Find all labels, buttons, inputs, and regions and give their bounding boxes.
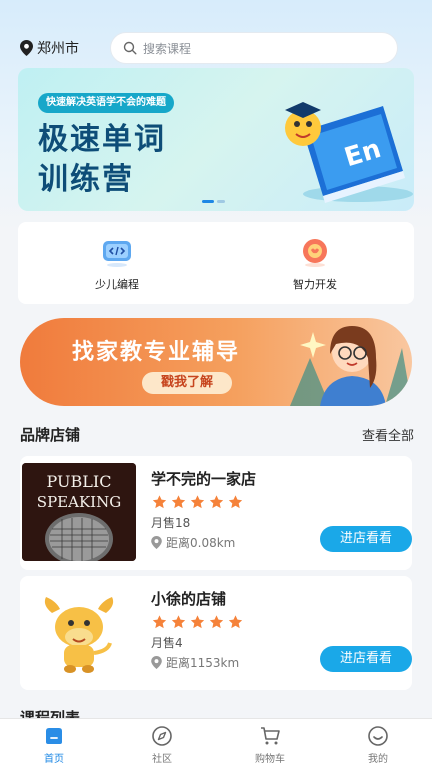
tab-home-label: 首页 bbox=[44, 754, 64, 765]
tab-cart-label: 购物车 bbox=[255, 754, 285, 765]
brain-icon bbox=[303, 239, 327, 267]
star-icon bbox=[171, 495, 186, 509]
compass-icon bbox=[152, 726, 172, 746]
stores-section-header: 品牌店铺 查看全部 bbox=[20, 424, 414, 444]
thumb-text-line2: SPEAKING bbox=[37, 493, 121, 511]
home-icon bbox=[46, 728, 62, 744]
store-card[interactable]: 小徐的店铺 月售4 距离1153km 进店看看 bbox=[20, 576, 412, 690]
tutor-illustration bbox=[290, 326, 412, 406]
store-name: 小徐的店铺 bbox=[151, 590, 227, 608]
banner-tag: 快速解决英语学不会的难题 bbox=[38, 93, 174, 113]
search-input[interactable]: 搜索课程 bbox=[110, 32, 398, 64]
category-panel: 少儿编程 智力开发 bbox=[18, 222, 414, 304]
top-bar: 郑州市 搜索课程 bbox=[0, 30, 432, 66]
star-icon bbox=[190, 615, 205, 629]
store-distance: 距离0.08km bbox=[151, 534, 235, 551]
bottom-tab-bar: 首页 社区 购物车 我的 bbox=[0, 718, 432, 768]
tutor-promo-banner[interactable]: 找家教专业辅导 戳我了解 bbox=[20, 318, 412, 406]
banner-title-line2: 训练营 bbox=[38, 162, 134, 197]
promo-cta-button[interactable]: 戳我了解 bbox=[142, 372, 232, 394]
star-icon bbox=[228, 495, 243, 509]
store-name: 学不完的一家店 bbox=[151, 470, 257, 488]
star-icon bbox=[209, 615, 224, 629]
star-icon bbox=[190, 495, 205, 509]
tab-community[interactable]: 社区 bbox=[108, 719, 216, 768]
location-pin-icon bbox=[151, 656, 162, 669]
star-icon bbox=[171, 615, 186, 629]
star-icon bbox=[152, 495, 167, 509]
store-sales: 月售4 bbox=[151, 636, 183, 650]
category-coding[interactable]: 少儿编程 bbox=[18, 222, 216, 304]
tab-profile[interactable]: 我的 bbox=[324, 719, 432, 768]
category-coding-label: 少儿编程 bbox=[95, 278, 139, 291]
search-placeholder: 搜索课程 bbox=[143, 41, 192, 56]
store-distance: 距离1153km bbox=[151, 654, 239, 671]
coding-icon bbox=[103, 241, 131, 267]
view-all-link[interactable]: 查看全部 bbox=[362, 425, 414, 444]
stores-section-title: 品牌店铺 bbox=[20, 425, 81, 444]
category-brain[interactable]: 智力开发 bbox=[216, 222, 414, 304]
enter-store-button[interactable]: 进店看看 bbox=[320, 646, 412, 672]
store-distance-label: 距离0.08km bbox=[166, 536, 236, 550]
star-icon bbox=[152, 615, 167, 629]
store-thumbnail bbox=[22, 583, 136, 681]
tab-profile-label: 我的 bbox=[368, 754, 388, 765]
category-brain-label: 智力开发 bbox=[293, 278, 337, 291]
city-label: 郑州市 bbox=[37, 41, 79, 57]
city-selector[interactable]: 郑州市 bbox=[20, 38, 92, 58]
star-icon bbox=[209, 495, 224, 509]
star-icon bbox=[228, 615, 243, 629]
book-illustration: En bbox=[285, 102, 413, 203]
store-distance-label: 距离1153km bbox=[166, 656, 240, 670]
tab-home[interactable]: 首页 bbox=[0, 719, 108, 768]
microphone-image: PUBLIC SPEAKING bbox=[22, 463, 136, 561]
thumb-text-line1: PUBLIC bbox=[47, 472, 112, 491]
location-pin-icon bbox=[20, 40, 33, 56]
cow-mascot-image bbox=[44, 597, 114, 673]
store-thumbnail: PUBLIC SPEAKING bbox=[22, 463, 136, 561]
tab-cart[interactable]: 购物车 bbox=[216, 719, 324, 768]
carousel-dot[interactable] bbox=[217, 200, 225, 203]
carousel-dot-active[interactable] bbox=[202, 200, 214, 203]
store-card[interactable]: PUBLIC SPEAKING 学不完的一家店 月售18 距离0.08km 进店… bbox=[20, 456, 412, 570]
promo-title: 找家教专业辅导 bbox=[72, 340, 241, 365]
cart-icon bbox=[261, 727, 280, 745]
profile-icon bbox=[368, 726, 388, 746]
hero-banner[interactable]: 快速解决英语学不会的难题 极速单词 训练营 En bbox=[18, 68, 414, 211]
tab-community-label: 社区 bbox=[152, 754, 172, 765]
location-pin-icon bbox=[151, 536, 162, 549]
search-icon bbox=[123, 41, 137, 55]
store-rating bbox=[151, 494, 246, 510]
store-rating bbox=[151, 614, 246, 630]
store-sales: 月售18 bbox=[151, 516, 191, 530]
banner-title-line1: 极速单词 bbox=[38, 122, 166, 157]
enter-store-button[interactable]: 进店看看 bbox=[320, 526, 412, 552]
